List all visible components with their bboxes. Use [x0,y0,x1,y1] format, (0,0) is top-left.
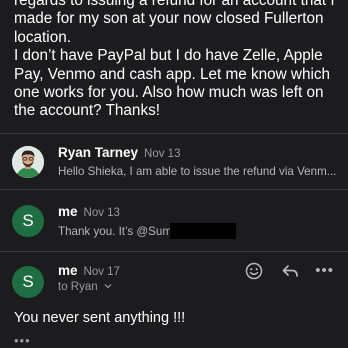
sender-name: Ryan Tarney [58,145,139,160]
sender-name: me [58,204,78,219]
message-date: Nov 13 [144,148,181,160]
email-body: regards to issuing a refund for an accou… [14,0,344,121]
reply-button[interactable] [281,263,299,284]
email-body-paragraph: I don’t have PayPal but I do have Zelle,… [14,47,331,120]
message-body: You never sent anything !!! [14,310,186,326]
sender-name: me [58,263,78,278]
message-date: Nov 13 [83,207,120,219]
avatar: S [12,205,44,237]
sender-line: Ryan Tarney Nov 13 [58,144,180,162]
message-collapsed-me[interactable]: S me Nov 13 Thank you. It’s @Sum [0,190,348,250]
reply-icon [282,265,298,277]
smiley-icon [245,262,263,280]
message-collapsed-ryan[interactable]: Ryan Tarney Nov 13 Hello Shieka, I am abl… [0,134,348,188]
show-trimmed-content-button[interactable]: ••• [14,333,31,348]
message-preview: Hello Shieka, I am able to issue the ref… [58,165,337,178]
recipient-toggle[interactable]: to Ryan [58,281,112,293]
chevron-down-icon [104,284,112,289]
message-expanded-me: S me Nov 17 to Ryan ••• You never sent a… [0,252,348,348]
email-thread-screen: regards to issuing a refund for an accou… [0,0,348,348]
message-date: Nov 17 [83,266,120,278]
sender-line: me Nov 17 [58,262,120,280]
recipient-label: to Ryan [58,281,98,293]
message-preview: Thank you. It’s @Sum [58,223,340,239]
email-body-paragraph: regards to issuing a refund for an accou… [14,0,335,46]
message-preview-text: Thank you. It’s @Sum [58,225,173,238]
redaction-bar [170,223,237,239]
avatar [12,146,44,178]
sender-line: me Nov 13 [58,203,120,221]
person-photo-icon [12,146,44,178]
avatar: S [12,266,44,298]
emoji-react-button[interactable] [245,262,263,285]
more-options-button[interactable]: ••• [315,262,334,279]
